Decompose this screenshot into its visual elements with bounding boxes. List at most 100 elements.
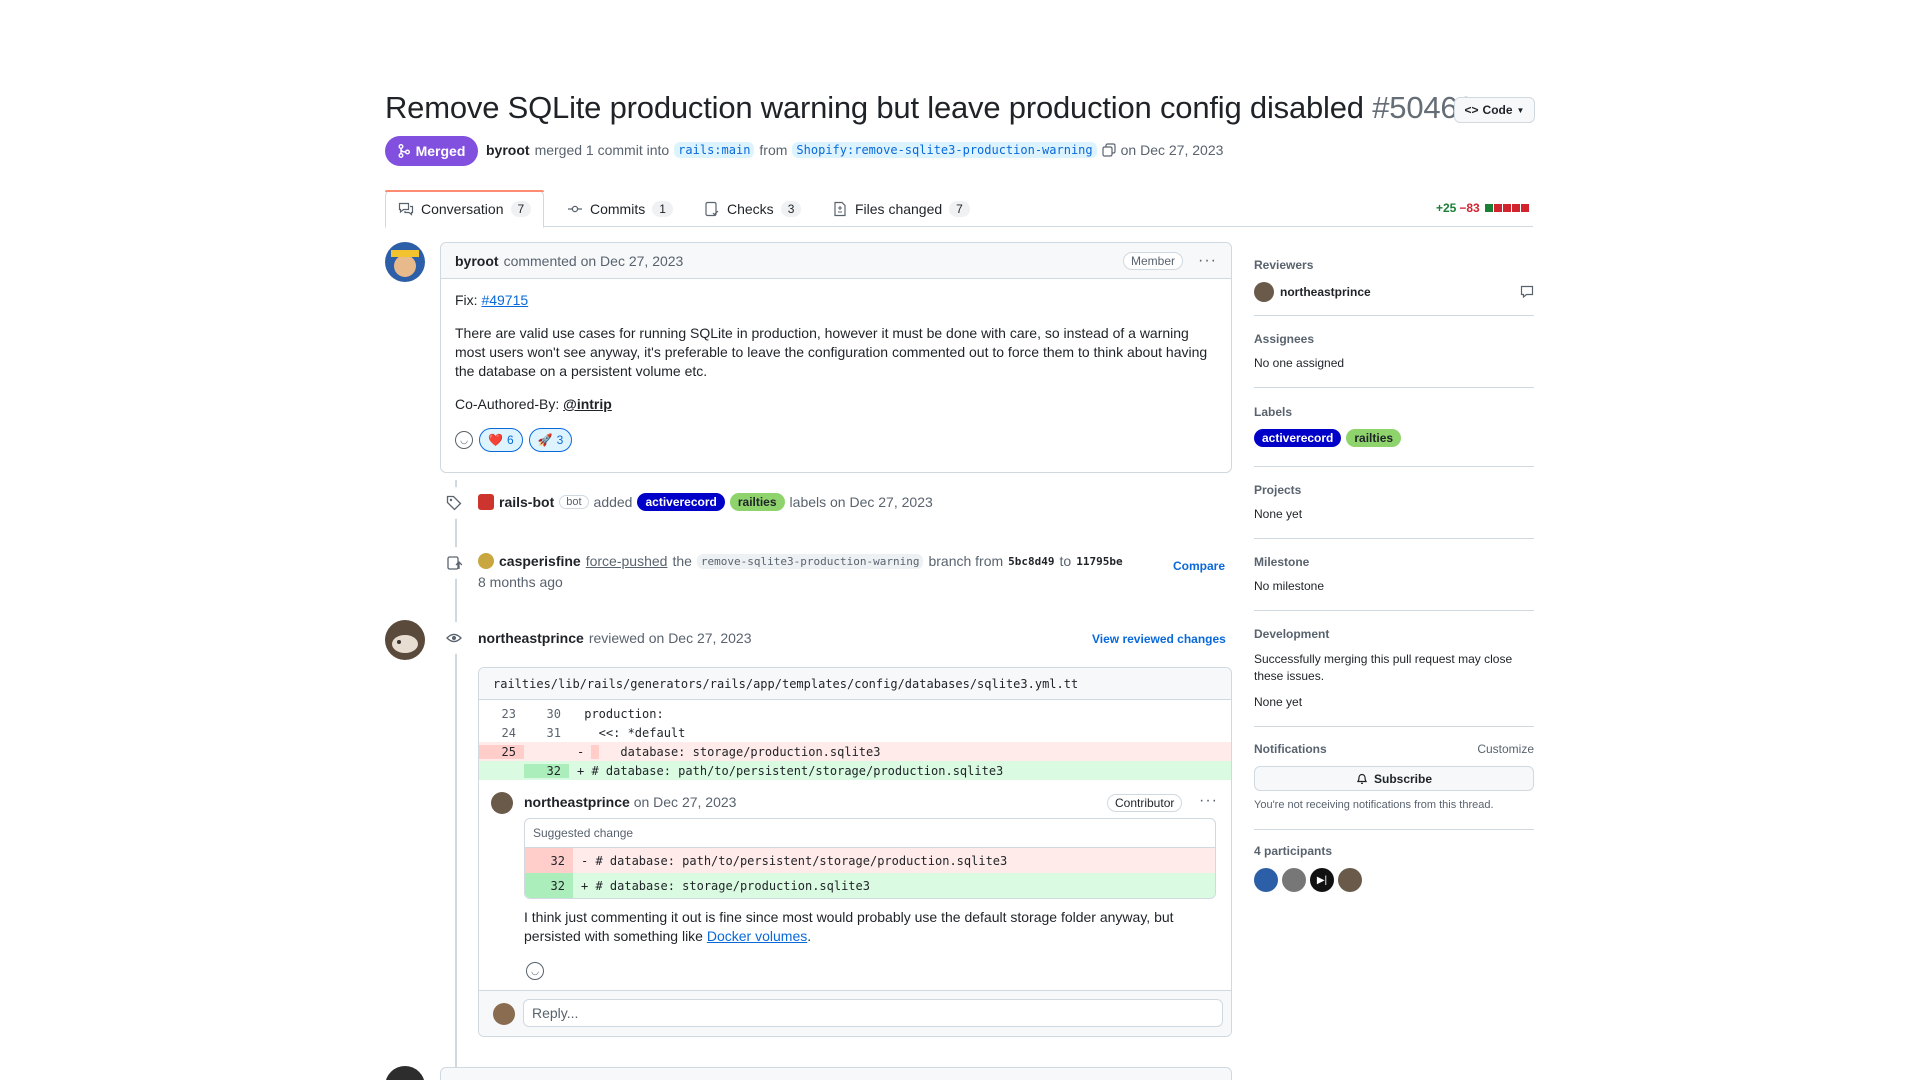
avatar[interactable] — [385, 1066, 425, 1080]
review-event: northeastprince reviewed on Dec 27, 2023 — [478, 630, 751, 646]
smiley-icon[interactable]: ◡ — [455, 431, 473, 449]
review-comment-header: northeastprince on Dec 27, 2023 — [524, 794, 736, 810]
avatar-northeastprince-image — [385, 620, 425, 660]
avatar[interactable] — [1254, 868, 1278, 892]
coauthor-line: Co-Authored-By: @intrip — [455, 395, 1217, 414]
line-num-new: 30 — [546, 706, 561, 721]
period: . — [807, 928, 812, 944]
line-num-old: 24 — [501, 725, 516, 740]
reply-input[interactable]: Reply... — [523, 999, 1223, 1027]
development-heading[interactable]: Development — [1254, 627, 1534, 641]
reaction-count: 6 — [506, 432, 514, 447]
tab-conversation[interactable]: Conversation 7 — [385, 190, 545, 228]
reviewer-name[interactable]: northeastprince — [478, 630, 584, 646]
pushed-branch[interactable]: remove-sqlite3-production-warning — [696, 553, 924, 569]
head-branch[interactable]: Shopify:remove-sqlite3-production-warnin… — [792, 142, 1097, 158]
label-activerecord[interactable]: activerecord — [1254, 429, 1342, 447]
to-text: to — [1059, 553, 1072, 569]
bot-badge: bot — [559, 495, 589, 509]
line-num: 32 — [525, 873, 573, 898]
copy-icon[interactable] — [1102, 143, 1116, 157]
review-comment-body: I think just commenting it out is fine s… — [524, 909, 1174, 944]
avatar[interactable] — [1282, 868, 1306, 892]
reactions-bar: ◡ ❤️ 6 🚀 3 — [455, 428, 1217, 452]
from-sha[interactable]: 5bc8d49 — [1008, 555, 1054, 568]
comment-discussion-icon — [398, 202, 414, 216]
reviewers-heading[interactable]: Reviewers — [1254, 258, 1534, 272]
event-actor[interactable]: rails-bot — [499, 494, 554, 510]
to-sha[interactable]: 11795be — [1076, 555, 1122, 568]
pr-meta: byroot merged 1 commit into rails:main f… — [486, 142, 1223, 158]
tab-checks[interactable]: Checks 3 — [704, 190, 802, 227]
code-button[interactable]: <> Code ▼ — [1454, 97, 1535, 123]
avatar[interactable] — [491, 792, 513, 814]
base-branch[interactable]: rails:main — [674, 142, 755, 158]
projects-value: None yet — [1254, 507, 1303, 521]
branch-from-text: branch from — [928, 553, 1004, 569]
review-file-path[interactable]: railties/lib/rails/generators/rails/app/… — [479, 668, 1231, 700]
assignees-heading[interactable]: Assignees — [1254, 332, 1534, 346]
suggestion-code: + # database: storage/production.sqlite3 — [581, 878, 870, 893]
rails-bot-avatar[interactable] — [478, 494, 494, 510]
author-role-badge: Member — [1123, 251, 1184, 270]
view-reviewed-changes-link[interactable]: View reviewed changes — [1092, 632, 1226, 646]
avatar[interactable] — [385, 620, 425, 660]
labels-timestamp: labels on Dec 27, 2023 — [789, 494, 933, 510]
sidebar-milestone: Milestone No milestone — [1254, 555, 1534, 611]
comment-author[interactable]: northeastprince — [524, 794, 630, 810]
review-timestamp[interactable]: reviewed on Dec 27, 2023 — [589, 630, 752, 646]
eye-icon — [438, 622, 470, 654]
diff-code: production: — [577, 706, 664, 721]
participants-list: ▶| — [1254, 868, 1534, 892]
kebab-horizontal-icon[interactable]: ··· — [1198, 252, 1217, 270]
docker-volumes-link[interactable]: Docker volumes — [707, 928, 807, 944]
diff-line-added: 32 + # database: path/to/persistent/stora… — [479, 761, 1231, 780]
author-role-badge: Contributor — [1107, 794, 1183, 812]
kebab-horizontal-icon[interactable]: ··· — [1199, 792, 1218, 810]
tab-commits[interactable]: Commits 1 — [567, 190, 673, 227]
projects-heading[interactable]: Projects — [1254, 483, 1534, 497]
deletions-count: −83 — [1459, 201, 1480, 215]
label-railties[interactable]: railties — [1346, 429, 1402, 447]
milestone-heading[interactable]: Milestone — [1254, 555, 1534, 569]
sidebar-participants: 4 participants ▶| — [1254, 844, 1534, 892]
avatar[interactable] — [1338, 868, 1362, 892]
customize-link[interactable]: Customize — [1477, 742, 1534, 756]
comment-timestamp[interactable]: commented on Dec 27, 2023 — [504, 253, 684, 269]
sidebar-notifications: Notifications Customize Subscribe You're… — [1254, 742, 1534, 830]
suggested-change-label: Suggested change — [525, 819, 1215, 848]
tab-counter: 3 — [780, 200, 802, 217]
labels-list: activerecord railties — [1254, 429, 1534, 447]
sidebar-reviewers: Reviewers northeastprince — [1254, 258, 1534, 316]
label-activerecord[interactable]: activerecord — [637, 493, 725, 511]
participants-heading: 4 participants — [1254, 844, 1333, 858]
compare-link[interactable]: Compare — [1173, 559, 1225, 573]
casperisfine-avatar[interactable] — [478, 553, 494, 569]
label-railties[interactable]: railties — [729, 493, 785, 511]
force-pushed-link[interactable]: force-pushed — [586, 553, 668, 569]
reaction-heart[interactable]: ❤️ 6 — [479, 428, 523, 452]
event-actor[interactable]: casperisfine — [499, 553, 581, 569]
code-button-label: Code — [1482, 103, 1513, 117]
reviewer-item[interactable]: northeastprince — [1254, 282, 1534, 302]
labels-heading[interactable]: Labels — [1254, 405, 1534, 419]
suggestion-code: - # database: path/to/persistent/storage… — [581, 853, 1008, 868]
subscribe-label: Subscribe — [1373, 771, 1433, 786]
comment-author[interactable]: byroot — [455, 253, 499, 269]
smiley-icon[interactable]: ◡ — [526, 962, 544, 980]
subscribe-button[interactable]: Subscribe — [1254, 766, 1534, 791]
diff-sign: + — [577, 763, 585, 778]
issue-link[interactable]: #49715 — [481, 292, 528, 308]
fix-line: Fix: #49715 — [455, 291, 1217, 310]
coauthor-mention[interactable]: @intrip — [563, 396, 612, 412]
code-icon: <> — [1464, 103, 1479, 117]
diff-code: - database: storage/production.sqlite3 — [569, 744, 880, 759]
comment-timestamp[interactable]: on Dec 27, 2023 — [634, 794, 737, 810]
review-thread: railties/lib/rails/generators/rails/app/… — [478, 667, 1232, 1037]
pr-author-link[interactable]: byroot — [486, 142, 530, 158]
avatar[interactable]: ▶| — [1310, 868, 1334, 892]
reaction-rocket[interactable]: 🚀 3 — [528, 428, 573, 452]
tab-files-changed[interactable]: Files changed 7 — [832, 190, 970, 227]
avatar[interactable] — [385, 242, 425, 282]
pr-tabs: Conversation 7 Commits 1 Checks 3 Files … — [385, 190, 1533, 228]
